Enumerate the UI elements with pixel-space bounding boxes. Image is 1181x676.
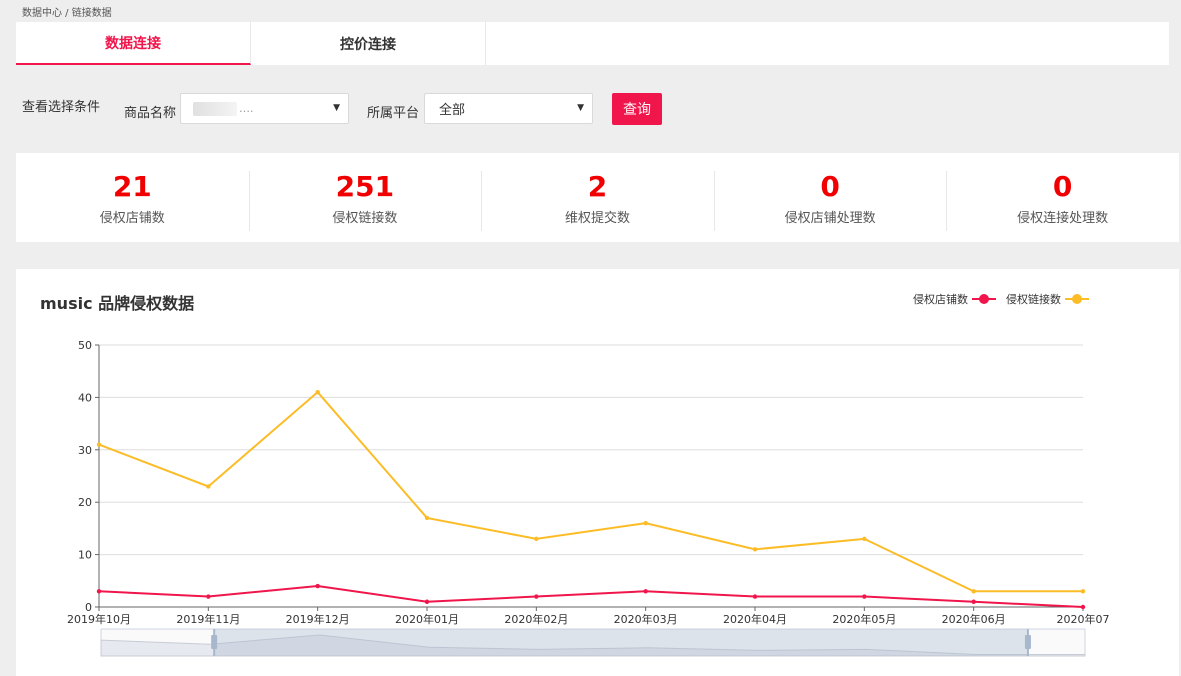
stat-shops-handled: 0 侵权店铺处理数 — [713, 153, 947, 242]
stat-infringing-links: 251 侵权链接数 — [248, 153, 482, 242]
chart-card: music 品牌侵权数据 侵权店铺数 侵权链接数 0 10 20 30 40 50 2019… — [16, 269, 1179, 676]
stat-links-handled: 0 侵权连接处理数 — [946, 153, 1179, 242]
stat-value: 0 — [820, 169, 840, 203]
data-point[interactable] — [643, 589, 648, 594]
product-name-value: …. — [239, 102, 254, 115]
stat-value: 0 — [1052, 169, 1073, 203]
stat-value: 251 — [335, 169, 395, 203]
stat-value: 2 — [587, 169, 608, 203]
data-point[interactable] — [206, 594, 211, 599]
y-tick-label: 50 — [78, 339, 92, 352]
platform-value: 全部 — [439, 103, 466, 118]
stat-value: 21 — [112, 169, 152, 203]
x-tick-label: 2020年04月 — [723, 612, 787, 626]
tab-data-connection[interactable]: 数据连接 — [16, 22, 251, 65]
stat-label: 维权提交数 — [564, 210, 630, 226]
x-tick-label: 2020年06月 — [942, 612, 1006, 626]
data-point[interactable] — [752, 547, 758, 552]
x-tick-label: 2020年02月 — [504, 612, 568, 626]
zoom-handle-grip-start[interactable] — [211, 635, 218, 649]
product-name-label: 商品名称 — [124, 106, 177, 121]
data-point[interactable] — [315, 389, 320, 395]
data-point[interactable] — [971, 599, 976, 604]
stat-label: 侵权连接处理数 — [1017, 210, 1109, 226]
series-line-links — [98, 390, 1083, 593]
data-point[interactable] — [643, 520, 648, 526]
data-point[interactable] — [534, 594, 539, 599]
data-point[interactable] — [752, 594, 758, 599]
stat-label: 侵权店铺数 — [99, 210, 165, 226]
x-tick-label: 2019年10月 — [67, 612, 131, 626]
y-tick-label: 30 — [78, 444, 92, 457]
zoom-slider-selection[interactable] — [214, 629, 1028, 656]
data-point[interactable] — [96, 589, 102, 594]
series-line-shops — [98, 585, 1084, 608]
data-point[interactable] — [862, 594, 867, 599]
filter-section-label: 查看选择条件 — [22, 100, 101, 115]
data-point[interactable] — [206, 484, 211, 489]
data-point[interactable] — [971, 589, 976, 594]
stat-label: 侵权链接数 — [332, 210, 398, 226]
y-tick-label: 20 — [78, 496, 92, 509]
data-point[interactable] — [862, 536, 867, 542]
chevron-down-icon: ▼ — [577, 103, 584, 113]
chevron-down-icon: ▼ — [333, 103, 340, 113]
data-point[interactable] — [424, 599, 430, 604]
tab-bar: 数据连接 控价连接 — [16, 22, 1169, 65]
data-point[interactable] — [1080, 589, 1086, 594]
zoom-handle-grip-end[interactable] — [1024, 635, 1031, 649]
product-name-select[interactable]: …. ▼ — [180, 93, 349, 124]
line-chart: 010203040502019年10月 2019年11月 2019年12月 2020年… — [67, 339, 1110, 657]
data-point[interactable] — [534, 536, 539, 542]
tab-price-control-connection[interactable]: 控价连接 — [251, 22, 486, 65]
x-tick-label: 2020年03月 — [614, 612, 678, 626]
x-tick-label: 2020年01月 — [395, 612, 459, 626]
data-point[interactable] — [96, 442, 102, 447]
data-point[interactable] — [424, 515, 430, 521]
stats-panel: 21 侵权店铺数 251 侵权链接数 2 维权提交数 0 侵权店铺处理数 0 侵… — [16, 153, 1179, 242]
data-point[interactable] — [315, 583, 320, 589]
redacted-value — [193, 101, 237, 116]
filter-bar: 查看选择条件 商品名称 …. ▼ 所属平台 全部 ▼ 查询 — [0, 92, 1181, 126]
x-tick-label: 2019年12月 — [286, 612, 350, 626]
stat-rights-submissions: 2 维权提交数 — [481, 153, 714, 242]
x-tick-label: 2019年11月 — [176, 612, 240, 626]
y-tick-label: 40 — [78, 391, 92, 404]
platform-select[interactable]: 全部 ▼ — [424, 93, 593, 124]
x-tick-label: 2020年05月 — [832, 612, 896, 626]
stat-label: 侵权店铺处理数 — [784, 210, 876, 226]
breadcrumb: 数据中心 / 链接数据 — [22, 8, 112, 19]
x-tick-label: 2020年07 — [1057, 612, 1110, 626]
platform-label: 所属平台 — [367, 106, 420, 121]
y-tick-label: 10 — [78, 549, 92, 562]
stat-infringing-shops: 21 侵权店铺数 — [16, 153, 249, 242]
data-point[interactable] — [1080, 604, 1086, 610]
query-button[interactable]: 查询 — [612, 93, 662, 125]
